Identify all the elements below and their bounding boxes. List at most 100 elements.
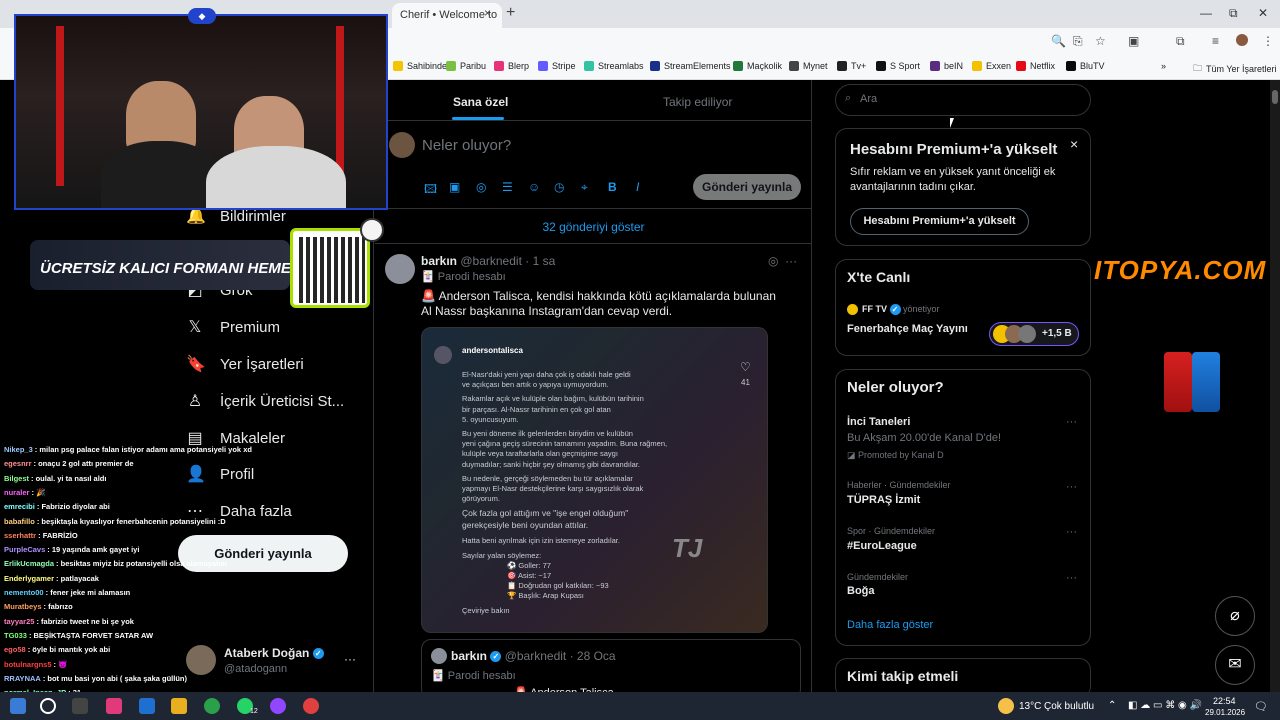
trends-show-more[interactable]: Daha fazla göster — [847, 619, 933, 631]
nav-item[interactable]: ♙ İçerik Üreticisi St... — [186, 391, 344, 411]
compose-input[interactable]: Neler oluyor? — [422, 137, 511, 154]
chrome-icon[interactable] — [204, 698, 220, 714]
tweet-more[interactable]: ◎ ··· — [768, 254, 797, 268]
account-more-icon[interactable]: ··· — [344, 652, 356, 666]
location-icon[interactable]: ⌖ — [581, 180, 588, 195]
chat-username: ego58 — [4, 645, 26, 655]
poll-icon[interactable]: ☰ — [502, 180, 513, 194]
image-icon[interactable]: 🖾 — [424, 180, 437, 201]
bookmark-item[interactable]: Streamlabs — [584, 61, 644, 71]
more-icon[interactable]: ··· — [785, 254, 797, 268]
scrollbar-thumb[interactable] — [1272, 90, 1278, 104]
premium-upgrade-button[interactable]: Hesabını Premium+'a yükselt — [850, 208, 1029, 235]
account-avatar[interactable] — [186, 645, 216, 675]
gif-icon[interactable]: ▣ — [449, 180, 460, 194]
new-tab-icon[interactable]: + — [506, 4, 515, 22]
bookmark-item[interactable]: Netflix — [1016, 61, 1055, 71]
account-name[interactable]: Ataberk Doğan ✓ — [224, 646, 324, 660]
bookmark-item[interactable]: BluTV — [1066, 61, 1105, 71]
messages-icon[interactable]: ✉ — [1215, 645, 1255, 685]
all-bookmarks[interactable]: 🗀 Tüm Yer İşaretleri — [1193, 61, 1277, 77]
tray-chevron-icon[interactable]: ⌃ — [1108, 700, 1116, 711]
extension-icon[interactable]: ▣ — [1128, 34, 1139, 48]
task-view-icon[interactable] — [72, 698, 88, 714]
tweet-media[interactable]: andersontalisca ♡ 41 El-Nasr'daki yeni y… — [421, 327, 768, 633]
media-text-line: görüyorum. — [462, 494, 500, 504]
grok-compose-icon[interactable]: ◎ — [476, 180, 486, 194]
bookmarks-more-icon[interactable]: » — [1161, 61, 1166, 71]
bookmark-item[interactable]: Mynet — [789, 61, 828, 71]
install-icon[interactable]: ⎘ — [1073, 34, 1083, 49]
zoom-icon[interactable]: 🔍 — [1051, 34, 1066, 48]
discord-icon[interactable] — [270, 698, 286, 714]
tweet-author[interactable]: barkın @barknedit · 1 sa — [421, 254, 555, 268]
nav-item[interactable]: 𝕏 Premium — [186, 317, 280, 337]
media-icon[interactable]: ≡ — [1212, 34, 1219, 48]
emoji-icon[interactable]: ☺ — [528, 180, 540, 194]
listener-count: +1,5 B — [1042, 328, 1072, 339]
weather-icon[interactable] — [998, 698, 1014, 714]
trend-more-icon[interactable]: ··· — [1066, 481, 1077, 493]
bold-icon[interactable]: B — [608, 180, 617, 194]
bookmark-item[interactable]: Maçkolik — [733, 61, 782, 71]
trend-more-icon[interactable]: ··· — [1066, 572, 1077, 584]
maximize-icon[interactable]: ⧉ — [1229, 6, 1238, 21]
quote-badge: 🃏 Parodi hesabı — [431, 670, 516, 682]
bookmark-item[interactable]: StreamElements — [650, 61, 731, 71]
trend-name[interactable]: TÜPRAŞ İzmit — [847, 494, 920, 506]
weather-temp[interactable]: 13°C — [1019, 701, 1041, 712]
live-host[interactable]: FF TV ✓ yönetiyor — [862, 304, 940, 316]
bookmark-item[interactable]: Stripe — [538, 61, 576, 71]
notification-icon[interactable]: 🗨 — [1254, 700, 1268, 713]
trend-more-icon[interactable]: ··· — [1066, 526, 1077, 538]
tab-close-icon[interactable]: × — [484, 6, 491, 20]
grok-fab-icon[interactable]: ⌀ — [1215, 596, 1255, 636]
bookmark-item[interactable]: beIN — [930, 61, 963, 71]
clock-date[interactable]: 29.01.2026 — [1205, 708, 1245, 717]
show-new-posts[interactable]: 32 gönderiyi göster — [375, 208, 812, 244]
scrollbar[interactable] — [1270, 80, 1280, 692]
schedule-icon[interactable]: ◷ — [554, 180, 564, 194]
tray-icons[interactable]: ◧ ☁ ▭ ⌘ ◉ 🔊 — [1128, 700, 1202, 711]
bookmark-item[interactable]: S Sport — [876, 61, 920, 71]
chat-username: PurpleCavs — [4, 545, 46, 555]
explorer-icon[interactable] — [171, 698, 187, 714]
bookmark-item[interactable]: Exxen — [972, 61, 1011, 71]
trend-name[interactable]: #EuroLeague — [847, 540, 917, 552]
bookmark-item[interactable]: Paribu — [446, 61, 486, 71]
bookmark-item[interactable]: Tv+ — [837, 61, 866, 71]
live-listeners[interactable]: +1,5 B — [989, 322, 1079, 346]
chat-message: RRAYNAA: bot mu basi yon abi ( şaka şaka… — [4, 674, 187, 683]
menu-icon[interactable]: ⋮ — [1262, 34, 1274, 48]
copilot-icon[interactable] — [106, 698, 122, 714]
outlook-icon[interactable] — [139, 698, 155, 714]
grok-icon[interactable]: ◎ — [768, 254, 778, 268]
search-taskbar-icon[interactable] — [40, 698, 56, 714]
bookmark-item[interactable]: Blerp — [494, 61, 529, 71]
profile-avatar[interactable] — [1236, 34, 1248, 46]
chat-text: : bot mu basi yon abi ( şaka şaka güllün… — [42, 673, 188, 683]
bookmark-item[interactable]: Sahibinden — [393, 61, 452, 71]
media-text-line: 🎯 Asist: ~17 — [507, 571, 552, 580]
tweet-avatar[interactable] — [385, 254, 415, 284]
close-window-icon[interactable]: ✕ — [1258, 6, 1268, 20]
tab-for-you[interactable]: Sana özel — [453, 95, 508, 109]
close-icon[interactable]: × — [1070, 136, 1078, 152]
trend-name[interactable]: İnci Taneleri — [847, 416, 910, 428]
puzzle-icon[interactable]: ⧉ — [1176, 34, 1185, 49]
tab-following[interactable]: Takip ediliyor — [663, 95, 732, 109]
compose-post-button[interactable]: Gönderi yayınla — [693, 174, 801, 200]
clock-time[interactable]: 22:54 — [1213, 696, 1236, 706]
star-icon[interactable]: ☆ — [1095, 34, 1106, 48]
start-icon[interactable] — [10, 698, 26, 714]
weather-text[interactable]: Çok bulutlu — [1044, 701, 1094, 712]
italic-icon[interactable]: I — [636, 180, 639, 194]
obs-icon[interactable] — [303, 698, 319, 714]
nav-item[interactable]: 🔖 Yer İşaretleri — [186, 354, 304, 374]
compose-avatar — [389, 132, 415, 158]
minimize-icon[interactable]: — — [1200, 6, 1212, 20]
trend-name[interactable]: Boğa — [847, 585, 875, 597]
nav-item[interactable]: 👤 Profil — [186, 464, 254, 484]
trend-more-icon[interactable]: ··· — [1066, 416, 1077, 428]
live-stream-title[interactable]: Fenerbahçe Maç Yayını — [847, 323, 968, 335]
